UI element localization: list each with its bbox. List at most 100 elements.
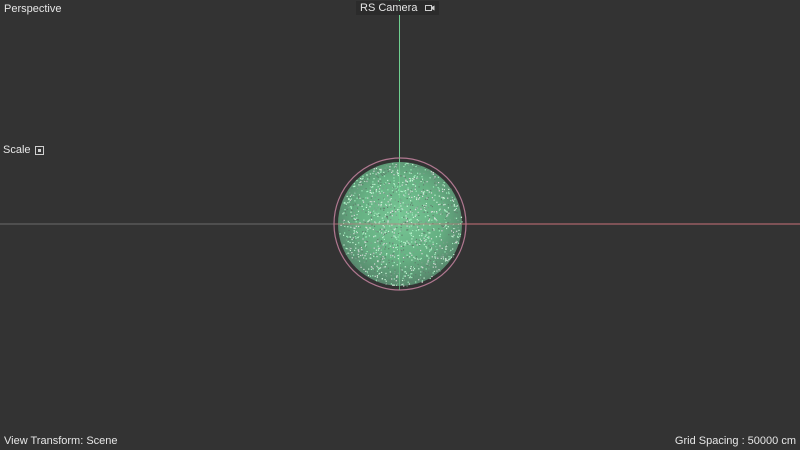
particle-point	[409, 272, 411, 274]
particle-point	[417, 174, 419, 176]
particle-point	[424, 232, 426, 234]
particle-point	[389, 245, 392, 247]
particle-point	[378, 268, 380, 271]
particle-point	[377, 231, 379, 233]
particle-point	[426, 247, 428, 249]
particle-point	[432, 248, 434, 250]
particle-point	[375, 231, 377, 233]
particle-point	[368, 177, 370, 179]
particle-point	[362, 235, 365, 237]
particle-point	[435, 261, 437, 263]
particle-point	[390, 203, 392, 205]
particle-point	[405, 272, 407, 274]
scale-control[interactable]: Scale	[3, 143, 44, 157]
particle-point	[421, 235, 423, 237]
particle-point	[351, 238, 353, 241]
particle-point	[412, 204, 414, 206]
particle-point	[459, 233, 462, 235]
particle-point	[430, 247, 433, 249]
particle-point	[432, 172, 434, 174]
particle-point	[431, 229, 434, 231]
particle-point	[407, 192, 409, 194]
particle-point	[436, 248, 438, 251]
particle-point	[357, 210, 360, 212]
particle-point	[430, 259, 432, 262]
particle-point	[420, 181, 422, 183]
particle-point	[347, 241, 349, 243]
particle-point	[424, 256, 426, 258]
particle-point	[381, 232, 383, 234]
particle-point	[351, 226, 353, 228]
particle-point	[411, 196, 413, 198]
particle-point	[370, 253, 372, 255]
particle-point	[359, 226, 361, 228]
view-name-label[interactable]: Perspective	[4, 2, 61, 16]
particle-point	[372, 268, 374, 270]
camera-selector[interactable]: RS Camera	[356, 1, 439, 15]
particle-point	[402, 277, 404, 279]
particle-point	[395, 247, 397, 249]
particle-point	[406, 256, 408, 258]
particle-point	[453, 205, 455, 207]
3d-viewport[interactable]: Perspective RS Camera Scale View Transfo…	[0, 0, 800, 450]
particle-point	[362, 231, 364, 233]
particle-point	[416, 226, 419, 228]
particle-point	[416, 176, 418, 178]
particle-point	[377, 171, 379, 174]
particle-point	[442, 254, 444, 256]
particle-point	[396, 238, 398, 240]
particle-point	[358, 184, 360, 186]
particle-point	[453, 254, 455, 256]
particle-point	[365, 197, 367, 199]
particle-point	[444, 251, 446, 253]
particle-point	[344, 211, 346, 213]
particle-point	[440, 239, 442, 241]
particle-point	[403, 216, 405, 218]
particle-point	[427, 211, 429, 213]
particle-point	[431, 256, 433, 258]
particle-point	[429, 224, 431, 226]
particle-point	[431, 219, 433, 221]
particle-point	[418, 186, 420, 188]
particle-point	[406, 211, 408, 213]
particle-point	[404, 257, 406, 259]
particle-point	[353, 219, 355, 221]
particle-point	[421, 266, 423, 268]
particle-point	[380, 251, 382, 253]
particle-point	[410, 200, 412, 202]
particle-point	[392, 170, 394, 172]
particle-point	[379, 214, 381, 216]
particle-point	[377, 199, 380, 201]
particle-point	[450, 256, 452, 258]
particle-point	[420, 228, 422, 231]
particle-point	[371, 192, 373, 194]
particle-point	[421, 271, 423, 273]
particle-point	[362, 199, 364, 201]
particle-point	[381, 174, 384, 176]
particle-point	[354, 185, 356, 187]
particle-point	[431, 275, 433, 278]
particle-point	[368, 249, 370, 251]
particle-point	[427, 189, 429, 192]
particle-point	[361, 190, 363, 192]
particle-point	[369, 247, 372, 249]
particle-point	[406, 197, 408, 200]
particle-point	[447, 187, 449, 189]
particle-point	[385, 232, 387, 234]
particle-point	[355, 243, 357, 246]
particle-point	[391, 190, 393, 192]
particle-point	[442, 190, 444, 193]
particle-point	[413, 251, 415, 253]
particle-point	[404, 221, 406, 223]
particle-point	[409, 232, 411, 234]
particle-point	[391, 266, 393, 268]
particle-point	[383, 261, 385, 263]
particle-point	[361, 249, 363, 251]
particle-point	[366, 204, 368, 206]
particle-point	[457, 227, 459, 229]
viewport-scene[interactable]	[0, 0, 800, 450]
particle-point	[382, 237, 384, 239]
particle-point	[367, 213, 370, 215]
particle-point	[385, 254, 388, 256]
particle-point	[359, 183, 361, 185]
